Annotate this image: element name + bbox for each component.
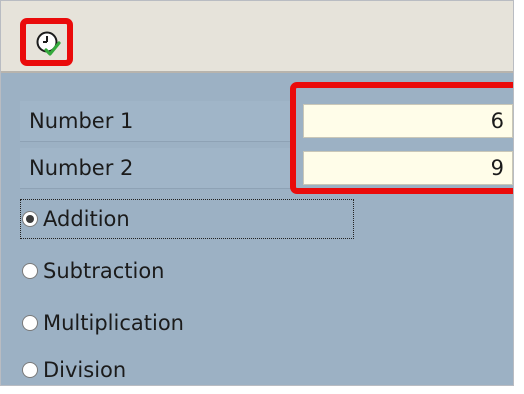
radio-addition[interactable]: Addition <box>20 199 354 239</box>
execute-button[interactable] <box>20 18 73 66</box>
radio-addition-label: Addition <box>43 207 130 231</box>
radio-unselected-icon <box>22 263 38 279</box>
radio-division[interactable]: Division <box>20 350 127 385</box>
radio-unselected-icon <box>22 315 38 331</box>
radio-division-label: Division <box>43 358 127 382</box>
radio-selected-icon <box>22 211 38 227</box>
number1-input[interactable] <box>303 104 513 138</box>
radio-subtraction-label: Subtraction <box>43 259 165 283</box>
radio-subtraction[interactable]: Subtraction <box>20 251 164 291</box>
radio-multiplication[interactable]: Multiplication <box>20 303 184 343</box>
radio-multiplication-label: Multiplication <box>43 311 184 335</box>
number2-input[interactable] <box>303 151 513 185</box>
number1-label: Number 1 <box>29 109 134 133</box>
toolbar <box>1 1 513 73</box>
number2-label: Number 2 <box>29 156 134 180</box>
radio-unselected-icon <box>22 362 38 378</box>
execute-clock-check-icon <box>36 31 61 56</box>
calculator-window: Number 1 Number 2 Addition Subtraction M… <box>0 0 514 386</box>
